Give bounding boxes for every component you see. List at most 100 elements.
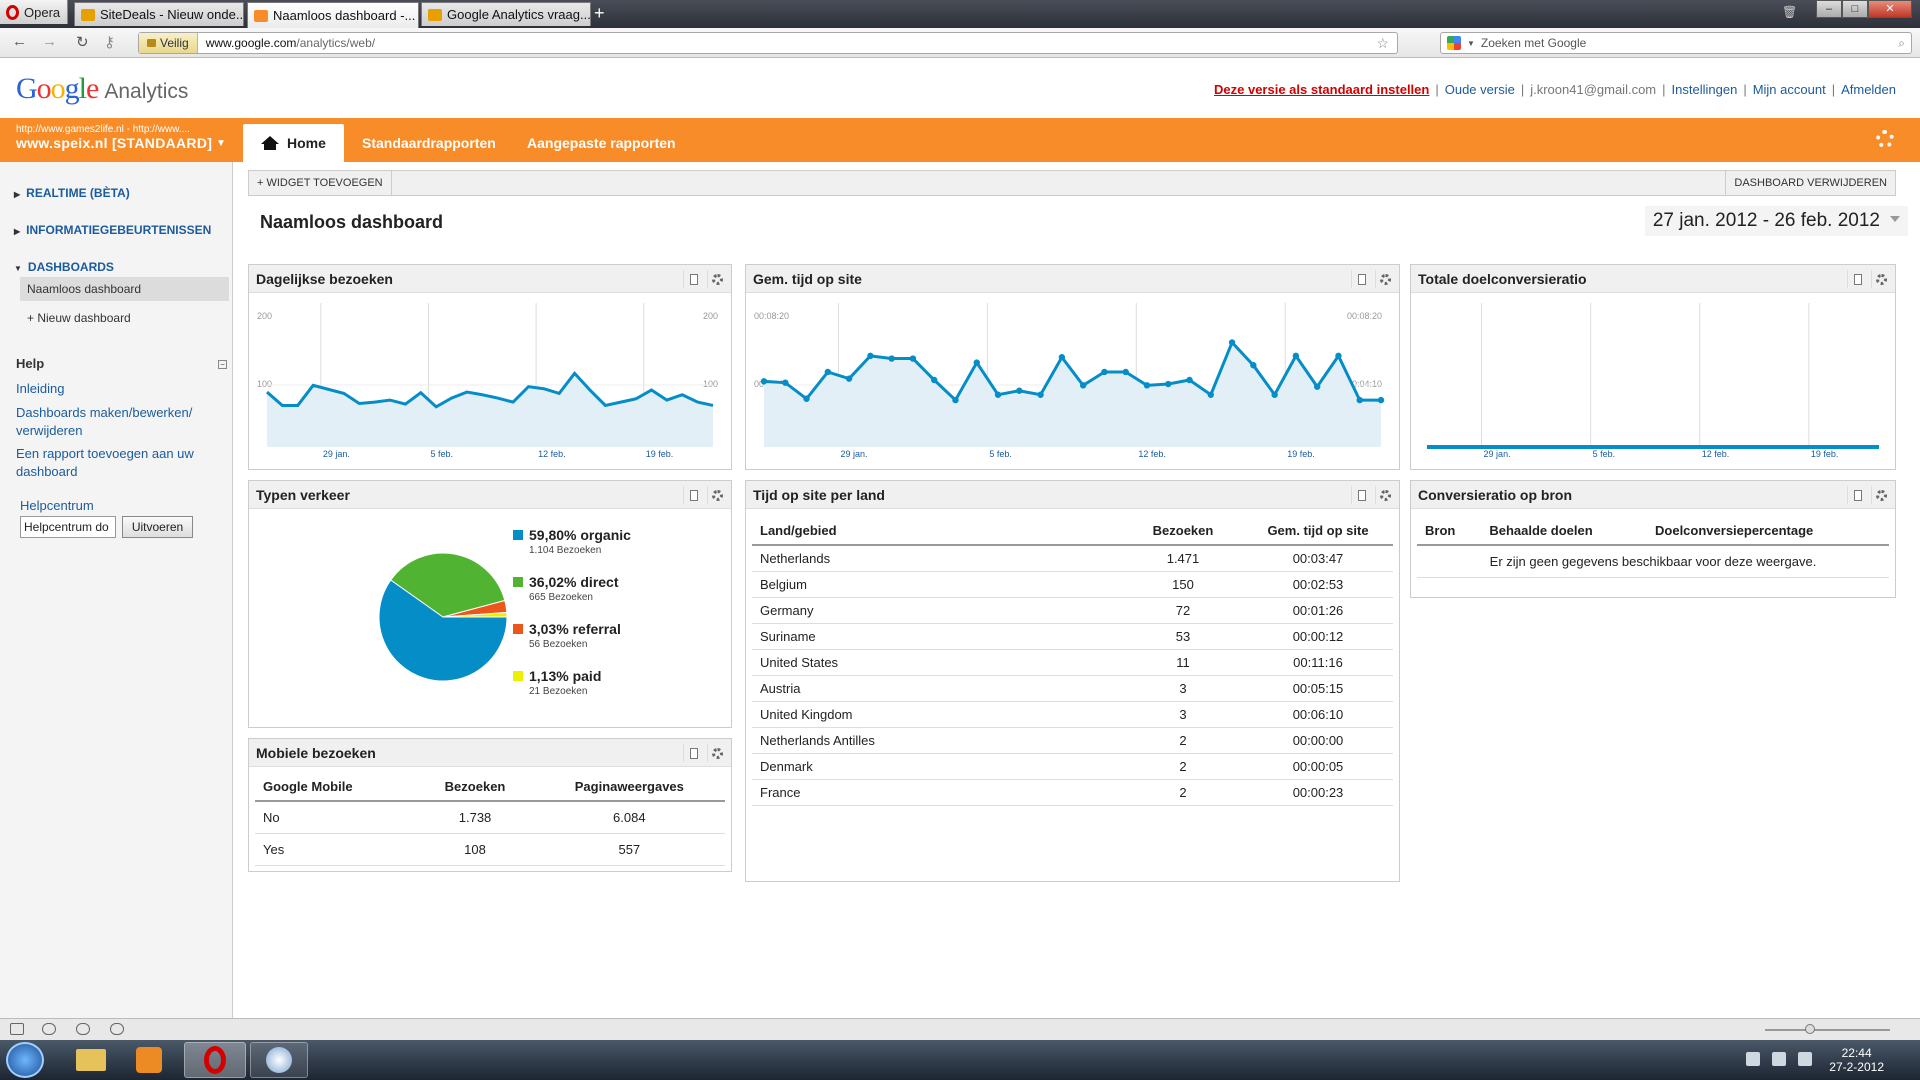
tab-custom-reports[interactable]: Aangepaste rapporten	[509, 124, 694, 162]
table-row[interactable]: Suriname 53 00:00:12	[752, 623, 1393, 650]
cloud-icon[interactable]	[42, 1023, 56, 1035]
sidebar-item-new-dashboard[interactable]: + Nieuw dashboard	[20, 306, 229, 330]
table-row[interactable]: Netherlands 1.471 00:03:47	[752, 545, 1393, 572]
report-icon[interactable]	[1847, 270, 1867, 288]
media-player-icon[interactable]	[120, 1042, 178, 1078]
column-header[interactable]: Google Mobile	[255, 773, 417, 802]
table-row[interactable]: No 1.738 6.084	[255, 801, 725, 834]
column-header[interactable]: Paginaweergaves	[533, 773, 725, 802]
report-icon[interactable]	[683, 270, 703, 288]
minimize-icon[interactable]: –	[1816, 0, 1842, 18]
gear-icon[interactable]	[1375, 486, 1395, 504]
report-icon[interactable]	[683, 486, 703, 504]
logout-link[interactable]: Afmelden	[1841, 82, 1896, 97]
google-search-engine-icon[interactable]	[1447, 36, 1461, 50]
help-link-intro[interactable]: Inleiding	[16, 380, 216, 398]
country-name[interactable]: Austria	[752, 675, 1123, 702]
reload-icon[interactable]: ↻	[76, 33, 89, 51]
opera-taskbar-icon[interactable]	[184, 1042, 246, 1078]
google-analytics-logo[interactable]: Google Analytics	[16, 72, 188, 106]
maximize-icon[interactable]: □	[1842, 0, 1868, 18]
table-row[interactable]: Denmark 2 00:00:05	[752, 753, 1393, 780]
helpcenter-submit-button[interactable]: Uitvoeren	[122, 516, 193, 538]
sidebar-item-info-events[interactable]: ▶ INFORMATIEGEBEURTENISSEN	[14, 223, 211, 237]
gear-icon[interactable]	[707, 486, 727, 504]
country-name[interactable]: Suriname	[752, 623, 1123, 650]
sidebar-item-current-dashboard[interactable]: Naamloos dashboard	[20, 277, 229, 301]
forward-arrow-icon[interactable]: →	[42, 33, 57, 50]
table-row[interactable]: France 2 00:00:23	[752, 779, 1393, 806]
volume-icon[interactable]	[1798, 1052, 1812, 1066]
old-version-link[interactable]: Oude versie	[1445, 82, 1515, 97]
country-name[interactable]: United Kingdom	[752, 701, 1123, 728]
report-icon[interactable]	[683, 744, 703, 762]
set-default-version-link[interactable]: Deze versie als standaard instellen	[1214, 82, 1429, 97]
paint-icon[interactable]	[250, 1042, 308, 1078]
table-row[interactable]: Netherlands Antilles 2 00:00:00	[752, 727, 1393, 754]
country-name[interactable]: France	[752, 779, 1123, 806]
share-icon[interactable]	[76, 1023, 90, 1035]
back-arrow-icon[interactable]: ←	[12, 33, 27, 50]
tab-standard-reports[interactable]: Standaardrapporten	[344, 124, 514, 162]
gear-icon[interactable]	[1871, 270, 1891, 288]
new-tab-icon[interactable]: +	[594, 3, 605, 24]
report-icon[interactable]	[1351, 486, 1371, 504]
country-name[interactable]: Denmark	[752, 753, 1123, 780]
table-row[interactable]: Germany 72 00:01:26	[752, 597, 1393, 624]
gear-icon[interactable]	[707, 744, 727, 762]
country-name[interactable]: Netherlands Antilles	[752, 727, 1123, 754]
explorer-icon[interactable]	[62, 1042, 120, 1078]
country-name[interactable]: United States	[752, 649, 1123, 676]
panel-toggle-icon[interactable]	[10, 1023, 24, 1035]
browser-tab-sitedeals[interactable]: SiteDeals - Nieuw onde... ✕	[74, 2, 244, 26]
column-header[interactable]: Doelconversiepercentage	[1647, 517, 1889, 546]
settings-link[interactable]: Instellingen	[1672, 82, 1738, 97]
my-account-link[interactable]: Mijn account	[1753, 82, 1826, 97]
browser-tab-analytics-question[interactable]: Google Analytics vraag... ✕	[421, 2, 591, 26]
helpcenter-label[interactable]: Helpcentrum	[20, 497, 220, 515]
clock[interactable]: 22:44 27-2-2012	[1829, 1046, 1884, 1074]
delete-dashboard-button[interactable]: DASHBOARD VERWIJDEREN	[1725, 171, 1895, 195]
tab-home[interactable]: Home	[243, 124, 344, 162]
gear-icon[interactable]	[1876, 130, 1894, 148]
key-icon[interactable]: ⚷	[104, 33, 115, 51]
chevron-down-icon[interactable]: ▼	[1467, 39, 1475, 48]
column-header[interactable]: Bezoeken	[416, 773, 534, 802]
helpcenter-search-input[interactable]: Helpcentrum do	[20, 516, 116, 538]
zoom-slider[interactable]	[1765, 1024, 1890, 1034]
table-row[interactable]: United States 11 00:11:16	[752, 649, 1393, 676]
start-button[interactable]	[6, 1042, 44, 1078]
table-row[interactable]: Austria 3 00:05:15	[752, 675, 1393, 702]
gear-icon[interactable]	[1375, 270, 1395, 288]
table-row[interactable]: Yes 108 557	[255, 833, 725, 866]
account-selector[interactable]: http://www.games2life.nl - http://www...…	[16, 124, 226, 151]
search-input[interactable]: ▼ Zoeken met Google ⌕	[1440, 32, 1912, 54]
security-badge[interactable]: Veilig	[139, 33, 198, 53]
sidebar-item-dashboards[interactable]: ▼ DASHBOARDS	[14, 260, 114, 274]
column-header[interactable]: Behaalde doelen	[1481, 517, 1648, 546]
column-header[interactable]: Land/gebied	[752, 517, 1123, 546]
table-row[interactable]: Belgium 150 00:02:53	[752, 571, 1393, 598]
bookmark-star-icon[interactable]: ☆	[1376, 35, 1389, 52]
column-header[interactable]: Bron	[1417, 517, 1482, 546]
date-range-picker[interactable]: 27 jan. 2012 - 26 feb. 2012	[1644, 206, 1908, 236]
report-icon[interactable]	[1351, 270, 1371, 288]
report-icon[interactable]	[1847, 486, 1867, 504]
column-header[interactable]: Bezoeken	[1123, 517, 1243, 546]
flag-icon[interactable]	[1772, 1052, 1786, 1066]
help-link-add-report[interactable]: Een rapport toevoegen aan uw dashboard	[16, 445, 206, 481]
close-window-icon[interactable]: ✕	[1868, 0, 1912, 18]
country-name[interactable]: Germany	[752, 597, 1123, 624]
gear-icon[interactable]	[707, 270, 727, 288]
gear-icon[interactable]	[1871, 486, 1891, 504]
column-header[interactable]: Gem. tijd op site	[1243, 517, 1393, 546]
network-icon[interactable]	[1746, 1052, 1760, 1066]
zoom-handle[interactable]	[1805, 1024, 1815, 1034]
table-row[interactable]: United Kingdom 3 00:06:10	[752, 701, 1393, 728]
browser-tab-dashboard[interactable]: Naamloos dashboard -... ✕	[247, 2, 419, 28]
help-link-dashboards[interactable]: Dashboards maken/bewerken/ verwijderen	[16, 404, 196, 440]
add-widget-button[interactable]: + WIDGET TOEVOEGEN	[249, 171, 392, 195]
sidebar-item-realtime[interactable]: ▶ REALTIME (BÈTA)	[14, 186, 130, 200]
search-icon[interactable]: ⌕	[1898, 36, 1905, 51]
trash-icon[interactable]: 🗑	[1782, 5, 1797, 19]
